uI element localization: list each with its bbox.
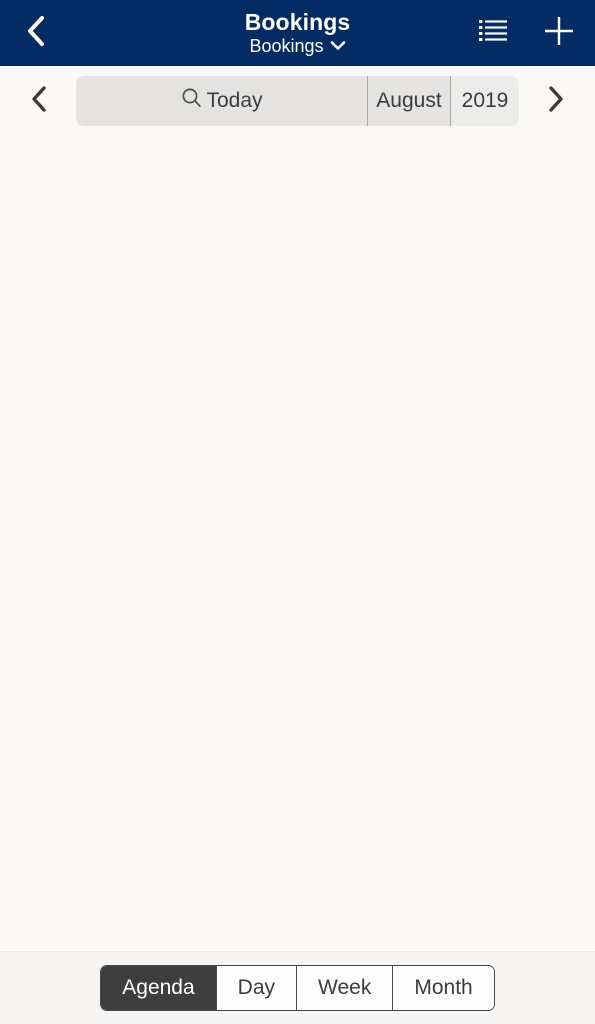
- add-booking-button[interactable]: [537, 7, 581, 59]
- app-screen: Bookings Bookings Today August 2019 Agen…: [0, 0, 595, 1024]
- month-label: August: [376, 89, 442, 112]
- today-button[interactable]: Today: [76, 76, 367, 126]
- view-switcher: Agenda Day Week Month: [100, 965, 495, 1011]
- back-button[interactable]: [10, 3, 62, 63]
- chevron-right-icon: [544, 84, 568, 119]
- chevron-left-icon: [27, 84, 51, 119]
- search-icon: [180, 86, 204, 116]
- bottom-toolbar: Agenda Day Week Month: [0, 951, 595, 1024]
- year-selector[interactable]: 2019: [451, 76, 519, 126]
- agenda-list-empty[interactable]: [0, 136, 595, 951]
- date-selector-pill: Today August 2019: [76, 76, 519, 126]
- date-navigation-toolbar: Today August 2019: [0, 66, 595, 136]
- view-segment-agenda[interactable]: Agenda: [101, 966, 216, 1010]
- navigation-bar: Bookings Bookings: [0, 0, 595, 66]
- year-label: 2019: [461, 89, 509, 112]
- month-selector[interactable]: August: [368, 76, 450, 126]
- list-view-button[interactable]: [471, 7, 515, 59]
- next-period-button[interactable]: [529, 74, 583, 128]
- today-label: Today: [206, 89, 263, 112]
- calendar-selector-label: Bookings: [249, 36, 324, 56]
- plus-icon: [541, 13, 577, 54]
- bulleted-list-icon: [478, 18, 508, 49]
- view-segment-agenda-label: Agenda: [122, 976, 195, 999]
- view-segment-week[interactable]: Week: [296, 966, 393, 1010]
- view-segment-month-label: Month: [414, 976, 473, 999]
- chevron-down-icon: [330, 38, 346, 56]
- navbar-actions: [471, 7, 581, 59]
- view-segment-week-label: Week: [318, 976, 372, 999]
- chevron-left-icon: [23, 14, 49, 53]
- view-segment-day[interactable]: Day: [215, 966, 297, 1010]
- calendar-selector[interactable]: Bookings: [249, 36, 345, 57]
- view-segment-month[interactable]: Month: [392, 966, 494, 1010]
- view-segment-day-label: Day: [237, 976, 276, 999]
- previous-period-button[interactable]: [12, 74, 66, 128]
- page-title: Bookings: [244, 9, 351, 35]
